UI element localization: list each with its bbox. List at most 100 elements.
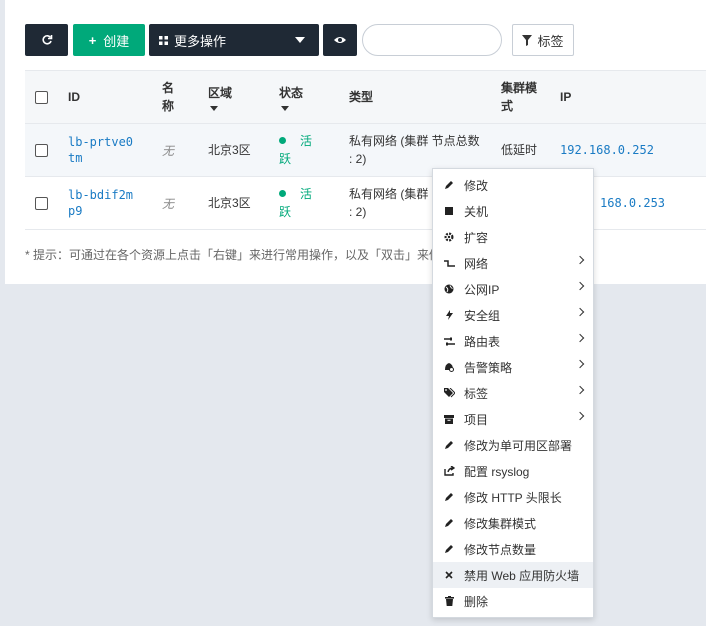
menu-item-label: 关机 (464, 204, 489, 219)
chevron-right-icon (575, 411, 585, 421)
menu-item-label: 禁用 Web 应用防火墙 (464, 568, 580, 583)
table-row[interactable]: lb-bdif2m p9 无 北京3区 活 跃 私有网络 (集群 : 2) 16… (25, 177, 706, 230)
status-dot-icon (279, 190, 286, 197)
plus-icon: + (88, 32, 97, 48)
usage-hint: * 提示：可通过在各个资源上点击「右键」来进行常用操作，以及「双击」来修 (25, 248, 442, 262)
alarm-icon (443, 362, 455, 372)
resource-name: 无 (162, 143, 175, 158)
chevron-right-icon (575, 385, 585, 395)
menu-item-label: 安全组 (464, 308, 501, 323)
menu-item-disable-waf[interactable]: 禁用 Web 应用防火墙 (433, 562, 593, 588)
pencil-icon (443, 492, 455, 502)
resource-type-cont: : 2) (349, 205, 367, 219)
load-balancer-table: ID 名 称 区域 状态 类型 集群模 式 IP lb-prtve0 tm 无 … (25, 70, 706, 230)
column-header-region[interactable]: 区域 (208, 71, 232, 123)
menu-item-shutdown[interactable]: 关机 (433, 198, 593, 224)
close-icon (443, 571, 455, 579)
column-header-ip: IP (560, 90, 572, 104)
pencil-icon (443, 544, 455, 554)
more-actions-dropdown[interactable]: 更多操作 (149, 24, 319, 56)
status-dot-icon (279, 137, 286, 144)
toolbar: + 创建 更多操作 标签 (5, 24, 706, 56)
menu-item-scale[interactable]: 扩容 (433, 224, 593, 250)
resource-id-link[interactable]: lb-bdif2m (68, 187, 133, 203)
tag-filter-label: 标签 (537, 33, 564, 49)
menu-item-security-group[interactable]: 安全组 (433, 302, 593, 328)
resource-ip: 192.168.0.252 (560, 143, 654, 157)
column-header-cluster-mode: 集群模 式 (501, 71, 537, 123)
tag-filter-button[interactable]: 标签 (512, 24, 574, 56)
column-header-type: 类型 (349, 90, 374, 104)
chevron-right-icon (575, 307, 585, 317)
menu-item-label: 修改 (464, 178, 489, 193)
resource-id-link-cont[interactable]: p9 (68, 203, 82, 219)
menu-item-label: 修改为单可用区部署 (464, 438, 573, 453)
row-checkbox[interactable] (35, 196, 48, 210)
row-checkbox[interactable] (35, 143, 48, 157)
menu-item-label: 路由表 (464, 334, 501, 349)
menu-item-public-ip[interactable]: 公网IP (433, 276, 593, 302)
refresh-icon (41, 35, 52, 45)
refresh-button[interactable] (25, 24, 68, 56)
status-text-cont: 跃 (279, 152, 292, 166)
context-menu: 修改 关机 扩容 网络 公网IP 安全组 路由表 告警策略 标签 项目 修改为单… (432, 168, 594, 618)
menu-item-http-header[interactable]: 修改 HTTP 头限长 (433, 484, 593, 510)
pencil-icon (443, 518, 455, 528)
menu-item-alarm-policy[interactable]: 告警策略 (433, 354, 593, 380)
trash-icon (443, 596, 455, 606)
archive-icon (443, 414, 455, 424)
stop-icon (443, 207, 455, 215)
create-button[interactable]: + 创建 (73, 24, 145, 56)
bolt-icon (443, 310, 455, 320)
create-label: 创建 (103, 33, 130, 49)
menu-item-label: 公网IP (464, 282, 500, 297)
menu-item-tags[interactable]: 标签 (433, 380, 593, 406)
globe-icon (443, 284, 455, 294)
eye-icon (334, 37, 346, 43)
cluster-mode: 低延时 (501, 143, 538, 157)
select-all-checkbox[interactable] (35, 90, 48, 104)
menu-item-cluster-mode[interactable]: 修改集群模式 (433, 510, 593, 536)
column-header-status[interactable]: 状态 (279, 71, 303, 123)
menu-item-single-zone[interactable]: 修改为单可用区部署 (433, 432, 593, 458)
menu-item-project[interactable]: 项目 (433, 406, 593, 432)
menu-item-route-table[interactable]: 路由表 (433, 328, 593, 354)
resource-name: 无 (162, 196, 175, 211)
chevron-right-icon (575, 255, 585, 265)
column-header-name-line1: 名 (162, 81, 175, 95)
resource-type-cont: : 2) (349, 152, 367, 166)
column-header-status-label: 状态 (279, 85, 304, 100)
resource-id-link-cont[interactable]: tm (68, 150, 82, 166)
column-header-cluster-line2: 式 (501, 99, 514, 113)
column-header-id: ID (68, 90, 80, 104)
menu-item-rsyslog[interactable]: 配置 rsyslog (433, 458, 593, 484)
sort-down-icon (281, 105, 289, 111)
status-text-cont: 跃 (279, 205, 292, 219)
search-input[interactable] (362, 24, 502, 56)
menu-item-label: 修改 HTTP 头限长 (464, 490, 562, 505)
menu-item-modify[interactable]: 修改 (433, 172, 593, 198)
resource-ip: 168.0.253 (600, 196, 666, 210)
resource-type: 私有网络 (集群 节点总数 (349, 134, 480, 148)
route-icon (443, 337, 455, 346)
share-icon (443, 466, 455, 476)
column-header-name[interactable]: 名 称 (162, 71, 174, 123)
gear-icon (443, 232, 455, 242)
resource-type: 私有网络 (集群 (349, 187, 429, 201)
menu-item-network[interactable]: 网络 (433, 250, 593, 276)
menu-item-label: 告警策略 (464, 360, 513, 375)
menu-item-delete[interactable]: 删除 (433, 588, 593, 614)
tags-icon (443, 388, 455, 398)
resource-region: 北京3区 (208, 196, 251, 210)
view-toggle-button[interactable] (323, 24, 357, 56)
chevron-right-icon (575, 333, 585, 343)
table-row[interactable]: lb-prtve0 tm 无 北京3区 活 跃 私有网络 (集群 节点总数 : … (25, 124, 706, 177)
pencil-icon (443, 180, 455, 190)
more-actions-label: 更多操作 (174, 33, 227, 49)
menu-item-label: 扩容 (464, 230, 489, 245)
menu-item-label: 配置 rsyslog (464, 464, 530, 479)
column-header-cluster-line1: 集群模 (501, 81, 538, 95)
resource-region: 北京3区 (208, 143, 251, 157)
menu-item-node-count[interactable]: 修改节点数量 (433, 536, 593, 562)
resource-id-link[interactable]: lb-prtve0 (68, 134, 133, 150)
